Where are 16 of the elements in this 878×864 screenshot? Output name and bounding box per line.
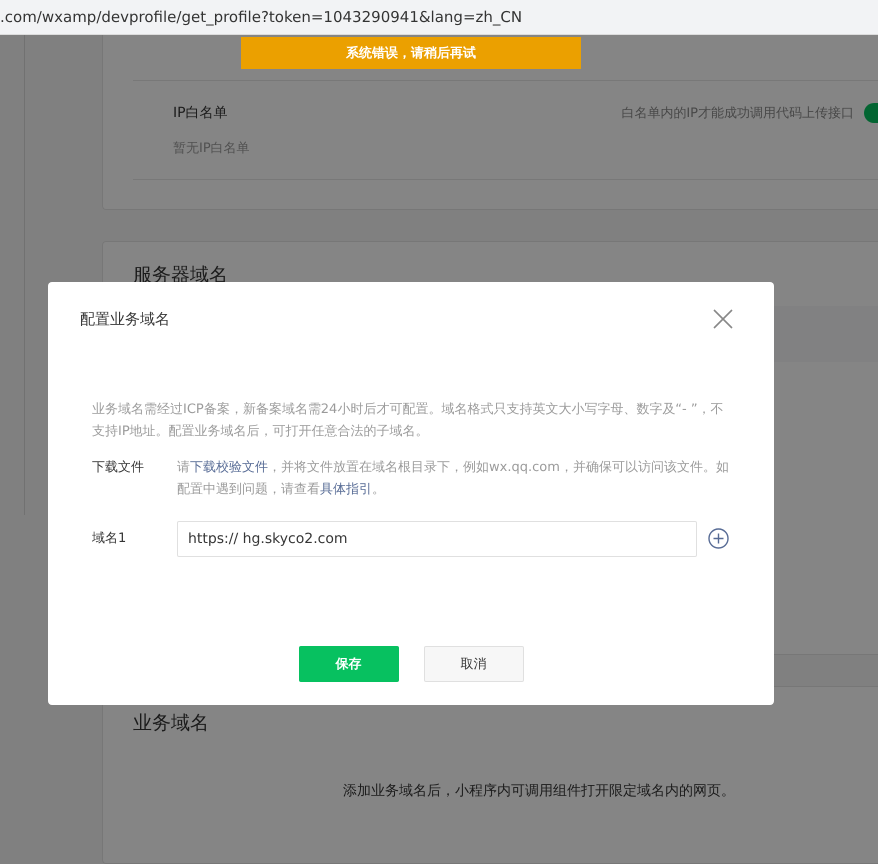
link[interactable]: 具体指引 bbox=[320, 482, 372, 497]
cancel-button[interactable]: 取消 bbox=[424, 646, 524, 682]
domain-input[interactable]: https:// hg.skyco2.com bbox=[177, 521, 697, 557]
close-icon[interactable] bbox=[712, 308, 734, 330]
section-title: 业务域名 bbox=[133, 711, 210, 736]
download-instructions: 请下载校验文件，并将文件放置在域名根目录下，例如wx.qq.com，并确保可以访问该文件。如配置中遇到问题，请查看具体指引。 bbox=[177, 459, 729, 499]
dialog-description: 业务域名需经过ICP备案，新备案域名需24小时后才可配置。域名格式只支持英文大小写字母、数字及“- ”，不支持IP地址。配置业务域名后，可打开任意合法的子域名。 bbox=[92, 401, 725, 441]
add-icon[interactable] bbox=[708, 528, 729, 549]
row-title: IP白名单 bbox=[173, 104, 228, 122]
section-description: 添加业务域名后，小程序内可调用组件打开限定域名内的网页。 bbox=[342, 782, 736, 800]
dialog-title: 配置业务域名 bbox=[80, 310, 170, 328]
field-label: 域名1 bbox=[92, 530, 128, 548]
link[interactable]: 下载校验文件 bbox=[190, 460, 268, 475]
row-hint: 白名单内的IP才能成功调用代码上传接口 bbox=[621, 105, 854, 122]
error-toast: 系统错误，请稍后再试 bbox=[241, 37, 581, 69]
field-label: 下载文件 bbox=[92, 459, 145, 477]
